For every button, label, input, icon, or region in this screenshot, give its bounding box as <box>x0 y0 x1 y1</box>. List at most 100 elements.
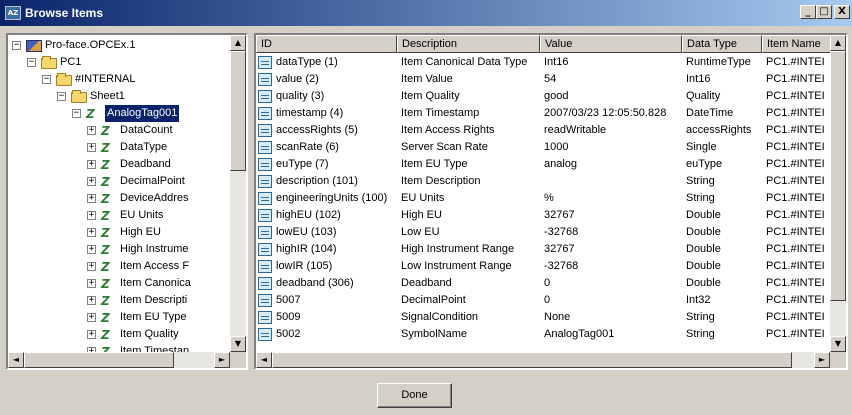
window-title: Browse Items <box>25 6 104 20</box>
table-row[interactable]: accessRights (5) Item Access Rights readWr… <box>256 122 834 139</box>
collapse-icon[interactable]: − <box>42 75 51 84</box>
tree-node[interactable]: + Z Item Canonica <box>8 275 232 292</box>
maximize-button[interactable]: □ <box>816 5 832 19</box>
table-row[interactable]: engineeringUnits (100) EU Units% String PC1… <box>256 190 834 207</box>
expand-icon[interactable]: + <box>87 143 96 152</box>
tree-node[interactable]: + Z EU Units <box>8 207 232 224</box>
scroll-corner <box>230 352 246 368</box>
tree-horizontal-scrollbar[interactable]: ◄ ► <box>8 352 230 368</box>
table-cell: High Instrument Range <box>401 243 515 255</box>
tag-icon: Z <box>101 328 110 342</box>
done-button[interactable]: Done <box>377 383 452 408</box>
title-bar[interactable]: AZ Browse Items _ □ X <box>0 0 852 26</box>
table-row[interactable]: lowIR (105) Low Instrument Range -32768 Dou… <box>256 258 834 275</box>
expand-icon[interactable]: + <box>87 228 96 237</box>
tree-node[interactable]: + Z DeviceAddres <box>8 190 232 207</box>
tree-node[interactable]: − Sheet1 <box>8 88 232 105</box>
tree-node[interactable]: + Z DataType <box>8 139 232 156</box>
property-id: description (101) <box>276 175 358 187</box>
table-row[interactable]: 5009 SignalCondition None String PC1.#INTEI <box>256 309 834 326</box>
tag-icon: Z <box>101 226 110 240</box>
expand-icon[interactable]: + <box>87 245 96 254</box>
expand-icon[interactable]: + <box>87 313 96 322</box>
scroll-thumb[interactable] <box>24 352 174 368</box>
table-cell: Item EU Type <box>401 158 468 170</box>
tree-node[interactable]: + Z Deadband <box>8 156 232 173</box>
list-horizontal-scrollbar[interactable]: ◄ ► <box>256 352 830 368</box>
tree-node[interactable]: − #INTERNAL <box>8 71 232 88</box>
scroll-up-button[interactable]: ▲ <box>830 35 846 51</box>
table-cell: RuntimeType <box>686 56 751 68</box>
expand-icon[interactable]: + <box>87 211 96 220</box>
table-row[interactable]: deadband (306) Deadband 0 Double PC1.#INTEI <box>256 275 834 292</box>
expand-icon[interactable]: + <box>87 126 96 135</box>
property-id: lowEU (103) <box>276 226 337 238</box>
table-row[interactable]: scanRate (6) Server Scan Rate 1000 Single PC… <box>256 139 834 156</box>
column-header[interactable]: Description <box>397 35 540 53</box>
table-cell: Single <box>686 141 717 153</box>
expand-icon[interactable]: + <box>87 279 96 288</box>
scroll-thumb[interactable] <box>830 51 846 301</box>
expand-icon[interactable]: + <box>87 262 96 271</box>
tree-node[interactable]: + Z DataCount <box>8 122 232 139</box>
property-id: value (2) <box>276 73 319 85</box>
scroll-right-button[interactable]: ► <box>214 352 230 368</box>
collapse-icon[interactable]: − <box>27 58 36 67</box>
table-row[interactable]: description (101) Item Description String P… <box>256 173 834 190</box>
table-row[interactable]: 5007 DecimalPoint 0 Int32 PC1.#INTEI <box>256 292 834 309</box>
expand-icon[interactable]: + <box>87 160 96 169</box>
column-header[interactable]: Data Type <box>682 35 762 53</box>
scroll-right-button[interactable]: ► <box>814 352 830 368</box>
tree-node[interactable]: + Z Item Descripti <box>8 292 232 309</box>
scroll-left-button[interactable]: ◄ <box>256 352 272 368</box>
list-vertical-scrollbar[interactable]: ▲ ▼ <box>830 35 846 352</box>
tree-node[interactable]: − Z AnalogTag001 <box>8 104 232 123</box>
property-id: euType (7) <box>276 158 329 170</box>
table-cell: AnalogTag001 <box>544 328 615 340</box>
collapse-icon[interactable]: − <box>72 109 81 118</box>
tree-node[interactable]: + Z Item Quality <box>8 326 232 343</box>
collapse-icon[interactable]: − <box>12 41 21 50</box>
table-row[interactable]: timestamp (4) Item Timestamp 2007/03/23 12… <box>256 105 834 122</box>
table-row[interactable]: euType (7) Item EU Type analog euType PC1.#I… <box>256 156 834 173</box>
scroll-left-button[interactable]: ◄ <box>8 352 24 368</box>
table-row[interactable]: dataType (1) Item Canonical Data Type Int1… <box>256 54 834 71</box>
tree-vertical-scrollbar[interactable]: ▲ ▼ <box>230 35 246 352</box>
tree-node[interactable]: − Pro-face.OPCEx.1 <box>8 37 232 54</box>
table-row[interactable]: lowEU (103) Low EU -32768 Double PC1.#INTEI <box>256 224 834 241</box>
scroll-up-button[interactable]: ▲ <box>230 35 246 51</box>
table-cell: lowEU (103) <box>256 224 397 241</box>
tree-node[interactable]: + Z High EU <box>8 224 232 241</box>
expand-icon[interactable]: + <box>87 177 96 186</box>
scroll-thumb[interactable] <box>272 352 792 368</box>
table-cell: -32768 <box>544 260 579 272</box>
table-row[interactable]: 5002 SymbolName AnalogTag001 String PC1.#INT… <box>256 326 834 343</box>
table-cell: Item Value <box>401 73 453 85</box>
table-row[interactable]: quality (3) Item Quality good Quality PC1.#I… <box>256 88 834 105</box>
scroll-thumb[interactable] <box>230 51 246 171</box>
expand-icon[interactable]: + <box>87 194 96 203</box>
column-header[interactable]: Value <box>540 35 682 53</box>
tree-node[interactable]: − PC1 <box>8 54 232 71</box>
close-button[interactable]: X <box>834 5 850 19</box>
scroll-down-button[interactable]: ▼ <box>230 336 246 352</box>
expand-icon[interactable]: + <box>87 330 96 339</box>
table-row[interactable]: highEU (102) High EU 32767 Double PC1.#INTEI <box>256 207 834 224</box>
tree-node[interactable]: + Z DecimalPoint <box>8 173 232 190</box>
column-header[interactable]: ID <box>256 35 397 53</box>
table-row[interactable]: value (2) Item Value 54 Int16 PC1.#INTEI <box>256 71 834 88</box>
item-properties-list[interactable]: ID Description Value Data Type Item Name dat… <box>254 33 848 370</box>
table-cell: value (2) <box>256 71 397 88</box>
item-tree[interactable]: − Pro-face.OPCEx.1− PC1− #INTERNAL − Sheet1− Z… <box>6 33 248 370</box>
table-cell: highIR (104) <box>256 241 397 258</box>
tree-node[interactable]: + Z Item EU Type <box>8 309 232 326</box>
tree-node[interactable]: + Z Item Access F <box>8 258 232 275</box>
table-row[interactable]: highIR (104) High Instrument Range 32767 Do… <box>256 241 834 258</box>
collapse-icon[interactable]: − <box>57 92 66 101</box>
table-cell: deadband (306) <box>256 275 397 292</box>
expand-icon[interactable]: + <box>87 296 96 305</box>
tree-node[interactable]: + Z High Instrume <box>8 241 232 258</box>
column-header[interactable]: Item Name <box>762 35 834 53</box>
scroll-down-button[interactable]: ▼ <box>830 336 846 352</box>
minimize-button[interactable]: _ <box>800 5 816 19</box>
